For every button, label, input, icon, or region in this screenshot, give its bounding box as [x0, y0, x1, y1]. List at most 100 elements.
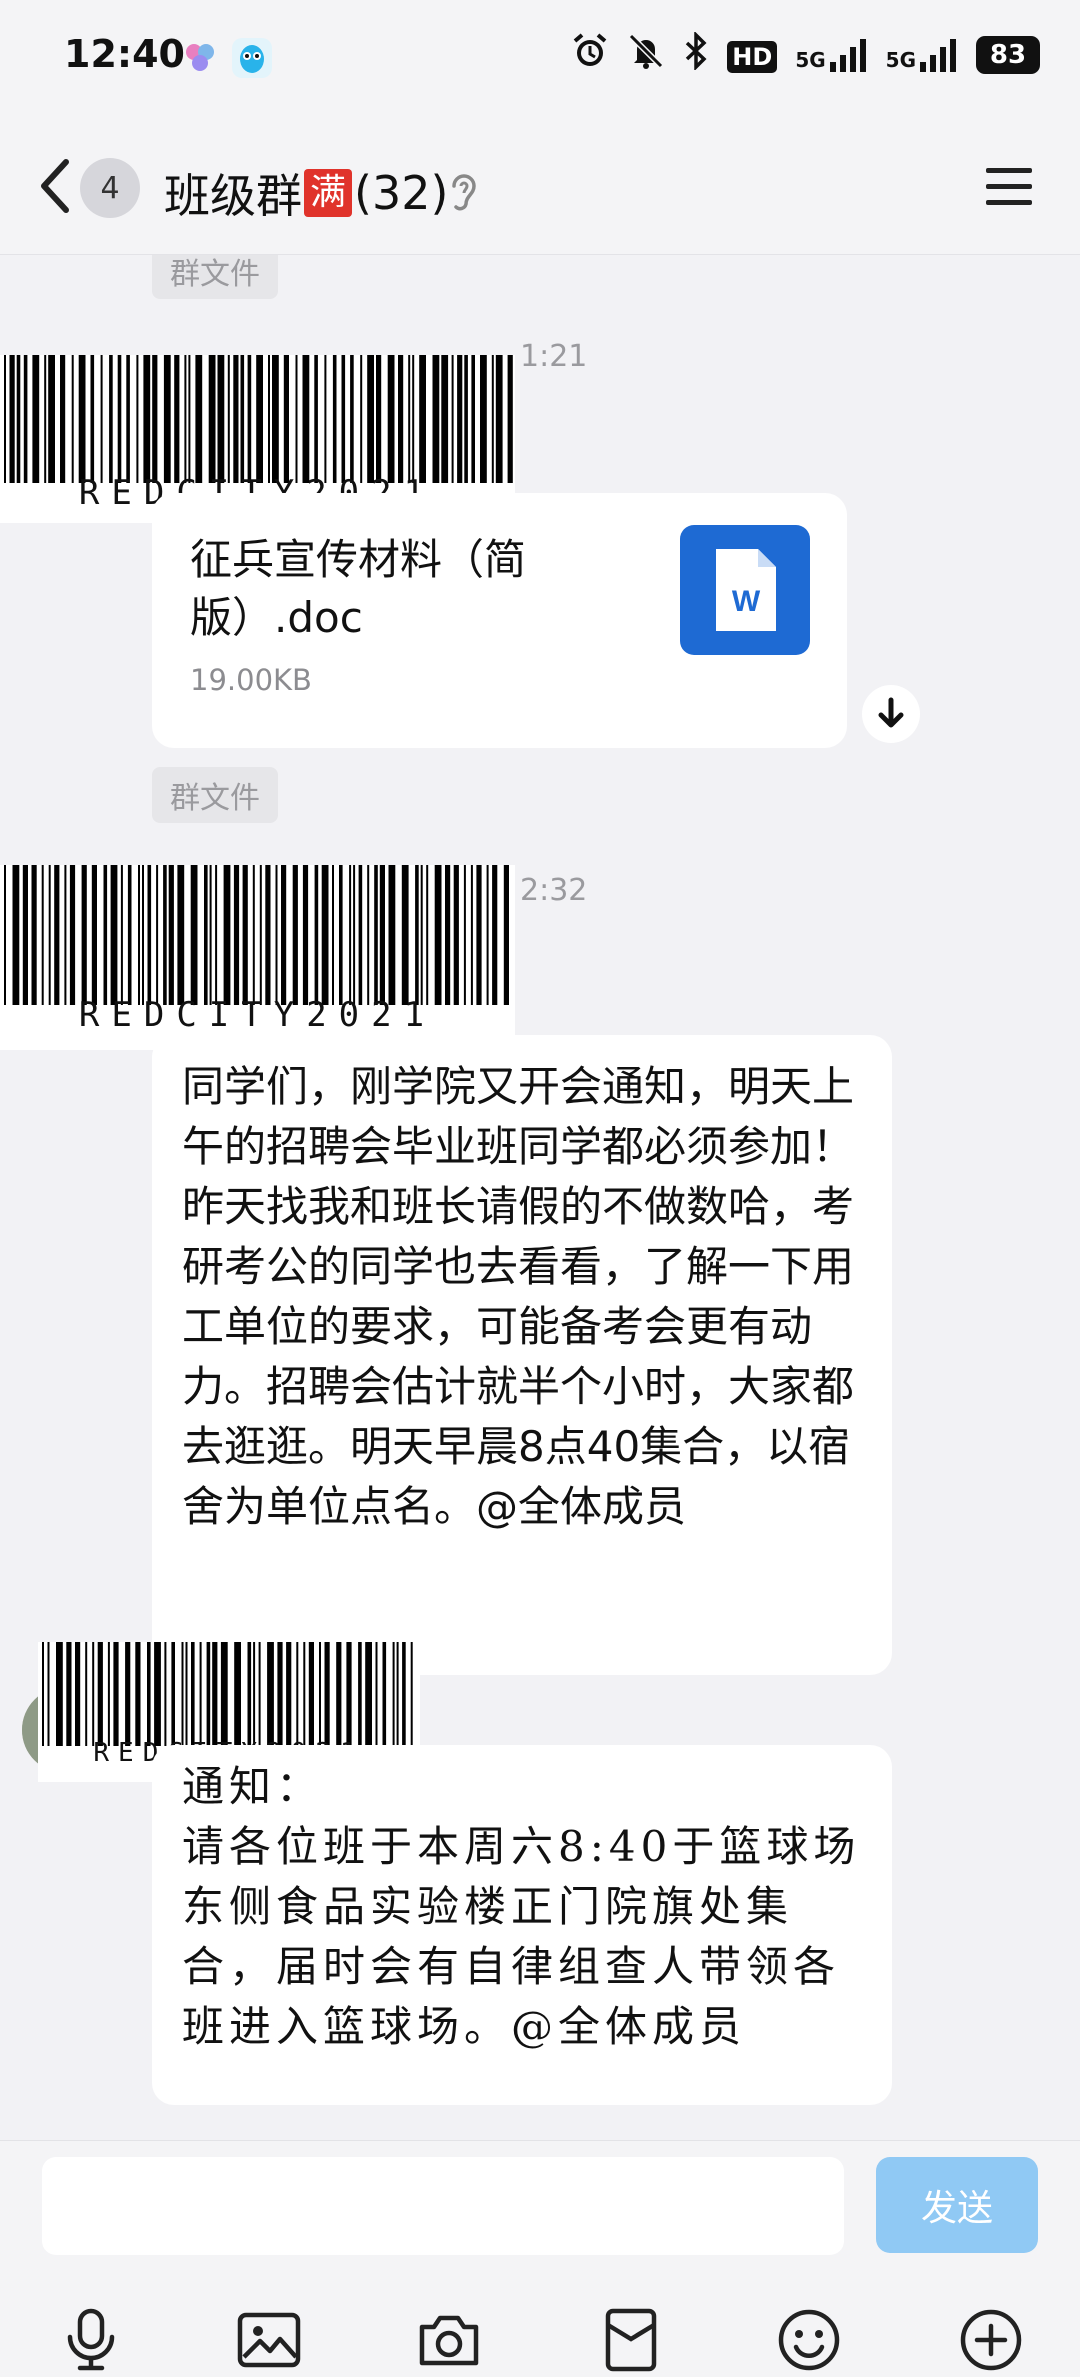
- barcode-bar: [471, 355, 475, 483]
- barcode-bar: [339, 865, 343, 1005]
- barcode-bar: [349, 865, 352, 1005]
- file-size: 19.00KB: [190, 663, 312, 697]
- group-file-tag: 群文件: [152, 767, 278, 823]
- barcode-bar: [314, 865, 319, 1005]
- barcode-bar: [41, 865, 44, 1005]
- network-5g-label: 5G: [795, 48, 826, 72]
- app-notification-icon: [180, 38, 220, 78]
- barcode-bar: [292, 865, 298, 1005]
- barcode-bar: [379, 865, 385, 1005]
- barcode-bar: [60, 355, 66, 483]
- barcode-bar: [258, 1642, 261, 1746]
- barcode-text: REDCITY2021: [78, 995, 437, 1035]
- barcode-bar: [23, 355, 28, 483]
- status-time: 12:40: [64, 32, 185, 76]
- barcode-bar: [283, 355, 289, 483]
- barcode-bar: [174, 355, 180, 483]
- chat-header: 4 班级群 满 (32): [0, 118, 1080, 255]
- group-title[interactable]: 班级群 满 (32): [164, 160, 448, 226]
- barcode-bar: [324, 1642, 330, 1746]
- barcode-bar: [476, 865, 482, 1005]
- barcode-bar: [217, 355, 225, 483]
- barcode-bar: [396, 1642, 399, 1746]
- barcode-bar: [164, 1642, 167, 1746]
- message-text: 通知： 请各位班于本周六8:40于篮球场东侧食品实验楼正门院旗处集合，届时会有自…: [182, 1762, 861, 2051]
- barcode-bar: [234, 1642, 241, 1746]
- status-bar: 12:40 HD 5G 5G 83: [0, 0, 1080, 118]
- barcode-bar: [181, 1642, 184, 1746]
- barcode-bar: [227, 355, 230, 483]
- barcode-bar: [113, 1642, 119, 1746]
- image-icon[interactable]: [236, 2307, 302, 2373]
- barcode-bar: [195, 355, 203, 483]
- camera-icon[interactable]: [416, 2307, 482, 2373]
- barcode-bar: [191, 1642, 195, 1746]
- barcode-bar: [358, 1642, 362, 1746]
- barcode-bar: [171, 1642, 175, 1746]
- more-menu-icon[interactable]: [986, 168, 1032, 208]
- barcode-bar: [177, 865, 185, 1005]
- barcode-bar: [242, 865, 248, 1005]
- back-arrow-icon[interactable]: [36, 156, 86, 216]
- barcode-bar: [97, 1642, 103, 1746]
- barcode-bar: [308, 1642, 314, 1746]
- barcode-bar: [376, 355, 382, 483]
- text-message-bubble[interactable]: 通知： 请各位班于本周六8:40于篮球场东侧食品实验楼正门院旗处集合，届时会有自…: [152, 1745, 892, 2105]
- message-text: 同学们，刚学院又开会通知，明天上午的招聘会毕业班同学都必须参加！昨天找我和班长请…: [182, 1062, 855, 1531]
- barcode-bar: [419, 355, 426, 483]
- chat-message-list[interactable]: 群文件 1:21 REDCITY2021 征兵宣传材料（简版）.doc 19.0…: [0, 255, 1080, 2140]
- barcode-bar: [286, 1642, 292, 1746]
- plus-icon[interactable]: [958, 2307, 1024, 2373]
- text-message-bubble[interactable]: 同学们，刚学院又开会通知，明天上午的招聘会毕业班同学都必须参加！昨天找我和班长请…: [152, 1035, 892, 1675]
- microphone-icon[interactable]: [58, 2307, 124, 2373]
- hd-icon: HD: [727, 38, 778, 73]
- barcode-bar: [85, 1642, 88, 1746]
- red-packet-icon[interactable]: [598, 2307, 664, 2373]
- barcode-bar: [267, 1642, 274, 1746]
- barcode-bar: [324, 355, 327, 483]
- barcode-bar: [92, 1642, 95, 1746]
- barcode-bar: [464, 355, 468, 483]
- barcode-bar: [420, 865, 423, 1005]
- barcode-bar: [332, 355, 337, 483]
- barcode-bar: [190, 865, 198, 1005]
- file-name: 征兵宣传材料（简版）.doc: [190, 535, 527, 642]
- send-button[interactable]: 发送: [876, 2157, 1038, 2253]
- barcode-bar: [408, 355, 411, 483]
- file-message-bubble[interactable]: 征兵宣传材料（简版）.doc 19.00KB W: [152, 493, 847, 748]
- barcode-bar: [470, 865, 473, 1005]
- barcode-bar: [277, 1642, 283, 1746]
- status-icons: HD 5G 5G 83: [571, 30, 1040, 78]
- barcode-bar: [54, 865, 60, 1005]
- barcode-bar: [220, 1642, 228, 1746]
- barcode-bar: [350, 355, 354, 483]
- barcode-bar: [296, 1642, 299, 1746]
- barcode-bar: [78, 355, 86, 483]
- barcode-bar: [398, 355, 404, 483]
- barcode-bar: [120, 865, 123, 1005]
- barcode-bar: [90, 355, 95, 483]
- barcode-bar: [135, 1642, 141, 1746]
- barcode-bar: [154, 1642, 161, 1746]
- barcode-bar: [303, 1642, 306, 1746]
- unread-count-badge[interactable]: 4: [80, 158, 140, 218]
- barcode-bar: [163, 865, 167, 1005]
- barcode-bar: [168, 865, 174, 1005]
- earpiece-mode-icon: [446, 168, 482, 214]
- barcode-bar: [209, 865, 212, 1005]
- barcode-bar: [47, 1642, 50, 1746]
- barcode-bar: [152, 355, 158, 483]
- barcode-bar: [392, 1642, 395, 1746]
- barcode-bar: [215, 865, 218, 1005]
- barcode-bar: [12, 865, 20, 1005]
- download-icon[interactable]: [862, 685, 920, 743]
- message-input[interactable]: [42, 2157, 844, 2255]
- bluetooth-icon: [683, 30, 709, 78]
- barcode-bar: [492, 865, 498, 1005]
- barcode-bar: [247, 1642, 252, 1746]
- barcode-bar: [388, 865, 396, 1005]
- barcode-bar: [495, 355, 503, 483]
- emoji-icon[interactable]: [776, 2307, 842, 2373]
- barcode-bar: [206, 1642, 211, 1746]
- barcode-bar: [117, 355, 122, 483]
